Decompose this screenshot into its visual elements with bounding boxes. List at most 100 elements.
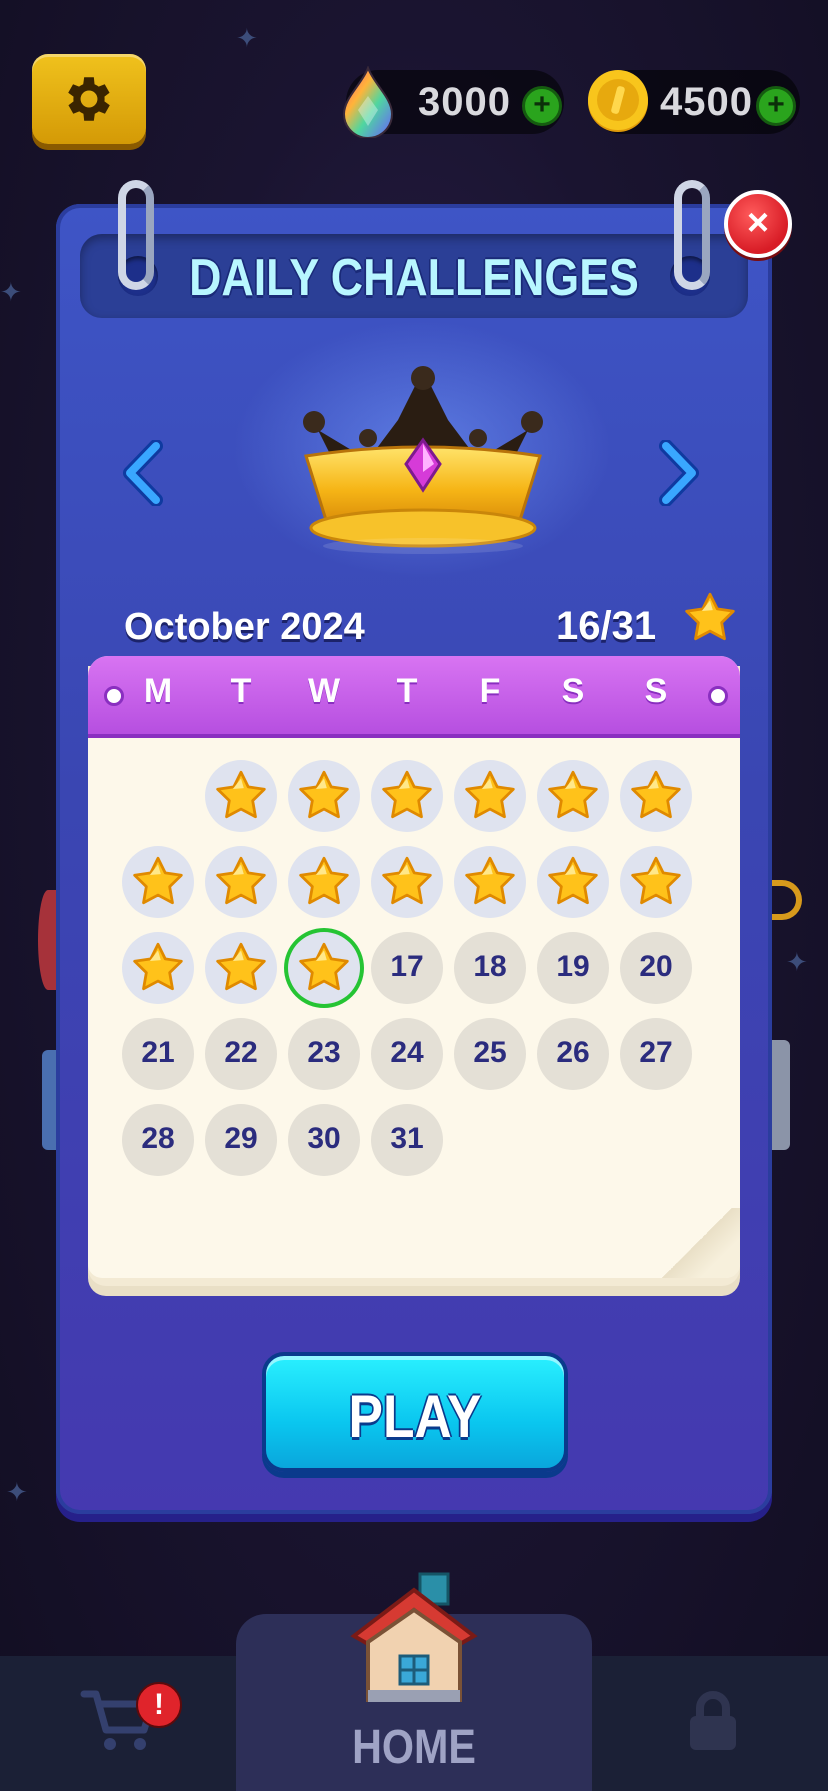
lock-icon[interactable] bbox=[686, 1690, 740, 1752]
calendar-day[interactable] bbox=[122, 846, 194, 918]
calendar-day[interactable] bbox=[371, 760, 443, 832]
add-gems-button[interactable]: + bbox=[522, 86, 562, 126]
settings-button[interactable] bbox=[32, 54, 146, 144]
gems-value: 3000 bbox=[418, 80, 511, 124]
calendar-day[interactable] bbox=[288, 760, 360, 832]
calendar-day[interactable]: 30 bbox=[288, 1104, 360, 1176]
drop-gem-icon bbox=[342, 66, 394, 138]
calendar-day[interactable]: 25 bbox=[454, 1018, 526, 1090]
calendar-day[interactable]: 28 bbox=[122, 1104, 194, 1176]
coins-value: 4500 bbox=[660, 80, 753, 124]
sparkle-decoration: ✦ bbox=[786, 948, 808, 978]
coins-counter: 4500 + bbox=[588, 70, 800, 134]
star-icon bbox=[465, 770, 515, 819]
title-banner: DAILY CHALLENGES bbox=[80, 234, 748, 318]
weekday-label: M bbox=[143, 672, 173, 710]
panel-title: DAILY CHALLENGES bbox=[189, 249, 639, 307]
star-icon bbox=[216, 856, 266, 905]
star-icon bbox=[299, 856, 349, 905]
calendar-day-number: 24 bbox=[390, 1036, 424, 1069]
gems-counter: 3000 + bbox=[342, 66, 564, 138]
calendar-day[interactable] bbox=[454, 846, 526, 918]
calendar-day-number: 21 bbox=[141, 1036, 175, 1069]
star-icon bbox=[382, 770, 432, 819]
star-icon bbox=[465, 856, 515, 905]
weekday-header: MTWTFSS bbox=[88, 656, 740, 738]
star-icon bbox=[548, 856, 598, 905]
calendar-day[interactable]: 17 bbox=[371, 932, 443, 1004]
calendar-day[interactable]: 22 bbox=[205, 1018, 277, 1090]
calendar-day[interactable] bbox=[371, 846, 443, 918]
calendar-day[interactable] bbox=[122, 932, 194, 1004]
calendar-day-number: 29 bbox=[224, 1122, 258, 1155]
calendar-day-number: 31 bbox=[390, 1122, 424, 1155]
star-icon bbox=[299, 770, 349, 819]
calendar-day-number: 26 bbox=[556, 1036, 590, 1069]
calendar-day[interactable]: 21 bbox=[122, 1018, 194, 1090]
calendar: M T W T F S S 17 18 19 20 21 22 23 24 25 26 27 28 29 30 31 bbox=[88, 656, 740, 1296]
header-dot bbox=[708, 686, 728, 706]
calendar-day[interactable] bbox=[620, 846, 692, 918]
calendar-day[interactable] bbox=[288, 846, 360, 918]
star-icon bbox=[685, 592, 735, 641]
binder-ring-left bbox=[118, 180, 154, 290]
calendar-day-number: 25 bbox=[473, 1036, 507, 1069]
star-icon bbox=[216, 770, 266, 819]
star-icon bbox=[299, 942, 349, 991]
chevron-right-icon[interactable] bbox=[656, 440, 702, 506]
calendar-day[interactable] bbox=[205, 932, 277, 1004]
star-icon bbox=[548, 770, 598, 819]
calendar-page: M T W T F S S 17 18 19 20 21 22 23 24 25 26 27 28 29 30 31 bbox=[88, 656, 740, 1278]
add-coins-button[interactable]: + bbox=[756, 86, 796, 126]
calendar-day-number: 28 bbox=[141, 1122, 175, 1155]
star-icon bbox=[631, 856, 681, 905]
calendar-day[interactable] bbox=[454, 760, 526, 832]
calendar-day[interactable]: 26 bbox=[537, 1018, 609, 1090]
home-tab[interactable]: HOME bbox=[236, 1572, 592, 1791]
weekday-label: S bbox=[561, 672, 585, 710]
coin-icon bbox=[588, 70, 648, 132]
calendar-day[interactable] bbox=[288, 932, 360, 1004]
star-icon bbox=[382, 856, 432, 905]
calendar-day-number: 27 bbox=[639, 1036, 673, 1069]
calendar-day-number: 18 bbox=[473, 950, 507, 983]
home-label: HOME bbox=[352, 1721, 476, 1774]
background-item-right bbox=[772, 880, 802, 920]
star-icon bbox=[216, 942, 266, 991]
calendar-day[interactable] bbox=[537, 760, 609, 832]
chevron-left-icon[interactable] bbox=[120, 440, 166, 506]
calendar-day[interactable]: 27 bbox=[620, 1018, 692, 1090]
calendar-day-number: 17 bbox=[390, 950, 424, 983]
star-icon bbox=[631, 770, 681, 819]
calendar-day-number: 20 bbox=[639, 950, 673, 983]
progress-counter: 16/31 bbox=[556, 604, 657, 648]
calendar-day[interactable]: 18 bbox=[454, 932, 526, 1004]
calendar-day[interactable]: 24 bbox=[371, 1018, 443, 1090]
calendar-day[interactable]: 23 bbox=[288, 1018, 360, 1090]
sparkle-decoration: ✦ bbox=[236, 24, 258, 54]
calendar-day[interactable]: 19 bbox=[537, 932, 609, 1004]
calendar-day[interactable]: 29 bbox=[205, 1104, 277, 1176]
alert-badge: ! bbox=[136, 1682, 182, 1728]
sparkle-decoration: ✦ bbox=[6, 1478, 28, 1508]
calendar-day[interactable] bbox=[537, 846, 609, 918]
calendar-day[interactable] bbox=[205, 846, 277, 918]
calendar-day[interactable]: 31 bbox=[371, 1104, 443, 1176]
calendar-day-number: 19 bbox=[556, 950, 590, 983]
background-building-left bbox=[38, 890, 58, 990]
weekday-label: W bbox=[307, 672, 341, 710]
calendar-day[interactable] bbox=[205, 760, 277, 832]
background-item-right-2 bbox=[772, 1040, 790, 1150]
sparkle-decoration: ✦ bbox=[0, 278, 22, 308]
weekday-label: T bbox=[396, 672, 418, 710]
close-button[interactable]: × bbox=[724, 190, 792, 258]
calendar-day[interactable] bbox=[620, 760, 692, 832]
weekday-label: F bbox=[479, 672, 501, 710]
calendar-day-number: 30 bbox=[307, 1122, 341, 1155]
calendar-day[interactable]: 20 bbox=[620, 932, 692, 1004]
crown-icon bbox=[303, 366, 543, 554]
page-curl bbox=[654, 1208, 740, 1278]
play-button[interactable]: PLAY bbox=[262, 1352, 568, 1472]
gear-icon bbox=[68, 77, 110, 121]
play-label: PLAY bbox=[348, 1383, 482, 1450]
